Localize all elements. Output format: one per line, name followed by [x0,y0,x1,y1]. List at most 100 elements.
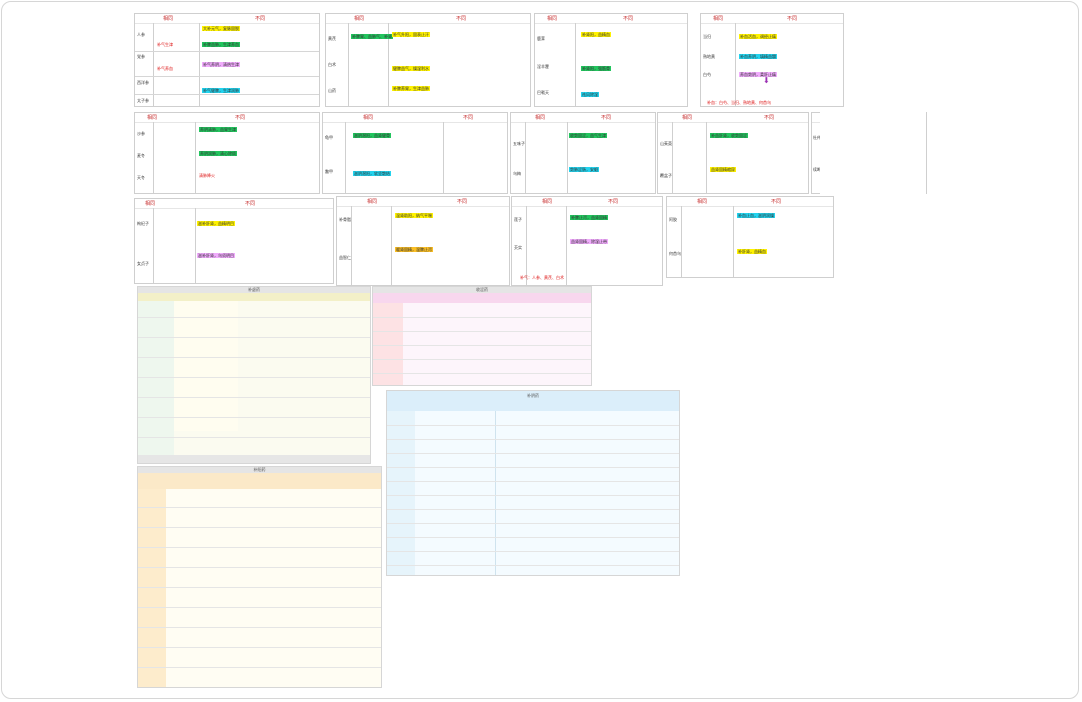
header-same: 相同 [547,16,558,22]
diff-text: 补血活血，调经止痛 [739,34,777,39]
diff-text: 温肾助阳，纳气平喘 [395,213,433,218]
table-card-guijia: 相同 不同 龟甲 鳖甲 滋阴潜阳，益肾健骨 滋阴潜阳，软坚散结 [322,112,508,194]
row-label: 熟地黄 [703,54,715,59]
header-diff: 不同 [601,115,612,121]
table-card-shanzhuyu: 相同 不同 山茱萸 覆盆子 补益肝肾，收敛固涩 益肾固精缩尿 [657,112,809,194]
diff-text: 益肾固精，除湿止带 [570,239,608,244]
header-diff: 不同 [255,16,266,22]
diff-text: 敛肺涩肠，安蛔 [569,167,599,172]
row-label: 白术 [328,62,336,67]
row-label: 鹿茸 [537,36,545,41]
diff-text: 滋补肝肾，乌须明目 [197,253,235,258]
diff-text: 补气养阴，清热生津 [202,62,240,67]
diff-text: 健脾益气，燥湿利水 [392,66,430,71]
row-label: 太子参 [137,98,149,103]
row-label: 枸杞子 [137,221,149,226]
diff-text: 清肺降火 [199,173,215,178]
row-label: 何首乌 [669,251,681,256]
diff-text: 暖肾固精，温脾止泻 [395,247,433,252]
table-card-danggui: 相同 不同 当归 熟地黄 白芍 补血活血，调经止痛 补血养阴，填精益髓 养血敛阴… [700,13,844,107]
same-text: 补脾胃、益肺气、补肾 [351,34,393,39]
large-table-c: 补阳药 [137,466,382,688]
header-diff: 不同 [456,16,467,22]
row-label: 覆盆子 [660,173,672,178]
row-label: 山药 [328,88,336,93]
diff-text: 滋阴潜阳，软坚散结 [353,171,391,176]
diff-text: 补脾养胃，生津益肺 [392,86,430,91]
diff-text: 补肾阳，益精血 [581,32,611,37]
down-arrow-icon: ⬇ [763,76,770,85]
same-text: 补气养血 [157,66,173,71]
diff-text: 益肾固精缩尿 [710,167,736,172]
header-same: 相同 [697,199,708,205]
header-same: 相同 [542,199,553,205]
row-label: 西洋参 [137,80,149,85]
header-same: 相同 [682,115,693,121]
row-label: 益智仁 [339,255,351,260]
header-same: 相同 [145,201,156,207]
table-card-lurong: 相同 不同 鹿茸 淫羊藿 巴戟天 补肾阳，益精血 补肾阳，强筋骨 祛风除湿 [534,13,688,107]
header-same: 相同 [163,16,174,22]
header-same: 相同 [367,199,378,205]
large-table-b: 收涩药 [372,286,592,386]
diff-text: 补肾阳，强筋骨 [581,66,611,71]
header-same: 相同 [535,115,546,121]
table-card-lianzi: 相同 不同 莲子 芡实 补脾止泻，益肾固精 益肾固精，除湿止带 补气：人参、黄芪… [511,196,663,286]
row-label: 乌梅 [513,171,521,176]
footer-text: 补气：人参、黄芪、白术 [520,275,564,280]
header-diff: 不同 [457,199,468,205]
diff-text: 滋补肝肾，益精明目 [197,221,235,226]
row-label: 淫羊藿 [537,64,549,69]
header-diff: 不同 [787,16,798,22]
large-table-a: 补虚药 [137,286,371,464]
row-label: 鳖甲 [325,169,333,174]
row-label: 巴戟天 [537,90,549,95]
header-same: 相同 [354,16,365,22]
header-diff: 不同 [235,115,246,121]
diff-text: 滋阴潜阳，益肾健骨 [353,133,391,138]
row-label: 芡实 [514,245,522,250]
row-label: 阿胶 [669,217,677,222]
header-diff: 不同 [764,115,775,121]
row-label: 人参 [137,32,145,37]
row-label: 龟甲 [325,135,333,140]
row-label: 党参 [137,54,145,59]
header-diff: 不同 [623,16,634,22]
diff-text: 祛风除湿 [581,92,599,97]
same-text: 补气生津 [157,42,173,47]
diff-text: 补血止血，滋阴润燥 [737,213,775,218]
row-label: 女贞子 [137,261,149,266]
footer-text: 补血：白芍、当归、熟地黄、何首乌 [707,100,771,105]
header-same: 相同 [147,115,158,121]
table-card-gancao [820,108,926,196]
row-label: 天冬 [137,175,145,180]
header-same: 相同 [713,16,724,22]
diff-text: 养阴清肺，益胃生津 [199,127,237,132]
header-diff: 不同 [463,115,474,121]
row-label: 五味子 [513,141,525,146]
row-label: 当归 [703,34,711,39]
header-same: 相同 [363,115,374,121]
table-card-wuweizi: 相同 不同 五味子 乌梅 收敛固涩，益气生津 敛肺涩肠，安蛔 [510,112,656,194]
table-card-shashen: 相同 不同 沙参 麦冬 天冬 养阴清肺，益胃生津 养阴润肺，清心除烦 清肺降火 [134,112,320,194]
header-diff: 不同 [608,199,619,205]
header-diff: 不同 [771,199,782,205]
row-label: 山茱萸 [660,141,672,146]
diff-text: 养血敛阴，柔肝止痛 [739,72,777,77]
diff-text: 养阴润肺，清心除烦 [199,151,237,156]
row-label: 麦冬 [137,153,145,158]
diff-text: 补气健脾，生津润肺 [202,88,240,93]
diff-text: 补益肝肾，收敛固涩 [710,133,748,138]
header-diff: 不同 [245,201,256,207]
table-card-buguzhi: 相同 不同 补骨脂 益智仁 温肾助阳，纳气平喘 暖肾固精，温脾止泻 [336,196,510,286]
row-label: 莲子 [514,217,522,222]
table-card-gouqi: 相同 不同 枸杞子 女贞子 滋补肝肾，益精明目 滋补肝肾，乌须明目 [134,198,334,284]
diff-text: 补脾止泻，益肾固精 [570,215,608,220]
diff-text: 补气升阳，固表止汗 [392,32,430,37]
row-label: 补骨脂 [339,217,351,222]
diff-text: 补血养阴，填精益髓 [739,54,777,59]
diff-text: 大补元气，复脉固脱 [202,26,240,31]
large-table-title: 补阴药 [387,391,679,411]
row-label: 黄芪 [328,36,336,41]
table-card-ginseng: 相同 不同 人参 党参 西洋参 太子参 补气生津 补气养血 大补元气，复脉固脱 … [134,13,320,107]
